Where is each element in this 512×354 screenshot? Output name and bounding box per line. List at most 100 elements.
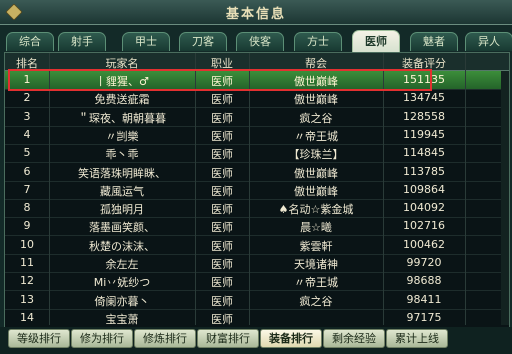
table-row[interactable]: 3 ＂琛夜、朝朝暮暮 医师 疯之谷 128558 xyxy=(5,108,509,127)
table-row[interactable]: 5 乖丶乖 医师 【珍珠兰】 114845 xyxy=(5,144,509,164)
table-row[interactable]: 8 孤独明月 医师 ♠名动☆紫金城 104092 xyxy=(5,199,509,219)
tab-blade[interactable]: 刀客 xyxy=(179,32,227,51)
table-row[interactable]: 11 余左左 医师 天境诸神 99720 xyxy=(5,254,509,273)
table-row[interactable]: 1 丨貍猩、♂ 医师 傲世巅峰 151135 xyxy=(5,71,509,90)
row-job: 医师 xyxy=(211,93,233,107)
row-player-name: Mi丷妩纱つ xyxy=(93,276,151,290)
row-job: 医师 xyxy=(211,312,233,326)
row-job: 医师 xyxy=(211,258,233,271)
tab-warrior[interactable]: 甲士 xyxy=(122,32,170,51)
row-player-name: 免费送疵霜 xyxy=(94,93,150,107)
table-row[interactable]: 4 〃剀樂 医师 〃帝王城 119945 xyxy=(5,126,509,145)
tab-alien[interactable]: 异人 xyxy=(465,32,512,51)
level-rank-button[interactable]: 等级排行 xyxy=(8,329,70,348)
row-guild: ♠名动☆紫金城 xyxy=(278,203,354,217)
row-guild: 傲世巅峰 xyxy=(294,93,338,107)
row-guild: 疯之谷 xyxy=(299,111,333,125)
row-rank: 11 xyxy=(20,256,34,269)
header-job[interactable]: 职业 xyxy=(195,55,249,71)
row-player-name: 〃剀樂 xyxy=(105,129,139,143)
row-rank: 4 xyxy=(23,127,31,141)
wealth-rank-button[interactable]: 财富排行 xyxy=(197,329,259,348)
cultivation-rank-button[interactable]: 修为排行 xyxy=(71,329,133,348)
row-rank: 13 xyxy=(20,292,34,306)
table-row[interactable]: 10 秋楚の沫沫、 医师 紫雲軒 100462 xyxy=(5,236,509,255)
row-player-name: 笑语落珠明眸眯、 xyxy=(78,166,166,180)
row-guild: 傲世巅峰 xyxy=(294,75,338,88)
header-score[interactable]: 装备评分 xyxy=(383,55,465,71)
tab-mage[interactable]: 方士 xyxy=(294,32,342,51)
row-guild: 晨☆曦 xyxy=(300,221,332,235)
tab-general[interactable]: 综合 xyxy=(6,32,54,51)
table-row[interactable]: 6 笑语落珠明眸眯、 医师 傲世巅峰 113785 xyxy=(5,163,509,182)
column-divider xyxy=(465,53,466,325)
row-score: 109864 xyxy=(403,182,445,196)
column-divider xyxy=(249,53,250,325)
row-rank: 14 xyxy=(20,310,34,324)
row-job: 医师 xyxy=(211,148,233,162)
row-score: 99720 xyxy=(406,256,442,269)
scrollbar[interactable] xyxy=(501,71,509,325)
tab-charmer[interactable]: 魅者 xyxy=(410,32,458,51)
tab-archer[interactable]: 射手 xyxy=(58,32,106,51)
row-score: 97175 xyxy=(406,310,442,324)
row-score: 151135 xyxy=(403,73,445,86)
table-row[interactable]: 7 藏風运气 医师 傲世巅峰 109864 xyxy=(5,181,509,200)
row-player-name: ＂琛夜、朝朝暮暮 xyxy=(78,111,166,125)
table-row[interactable]: 2 免费送疵霜 医师 傲世巅峰 134745 xyxy=(5,89,509,109)
training-rank-button[interactable]: 修炼排行 xyxy=(134,329,196,348)
row-rank: 8 xyxy=(23,201,31,215)
row-player-name: 藏風运气 xyxy=(100,184,144,198)
column-divider xyxy=(49,53,50,325)
ranking-table: 排名 玩家名 职业 帮会 装备评分 1 丨貍猩、♂ 医师 傲世巅峰 151135 2 免费送… xyxy=(4,52,510,328)
row-player-name: 丨貍猩、♂ xyxy=(95,75,149,88)
row-score: 113785 xyxy=(403,164,445,178)
row-score: 114845 xyxy=(403,146,445,160)
header-guild[interactable]: 帮会 xyxy=(249,55,383,71)
row-job: 医师 xyxy=(211,184,233,198)
row-rank: 9 xyxy=(23,219,31,233)
row-job: 医师 xyxy=(211,75,233,88)
row-job: 医师 xyxy=(211,276,233,290)
row-guild: 疯之谷 xyxy=(299,294,333,308)
column-divider xyxy=(383,53,384,325)
header-rank[interactable]: 排名 xyxy=(5,55,49,71)
row-job: 医师 xyxy=(211,129,233,143)
row-rank: 12 xyxy=(20,274,34,288)
row-rank: 6 xyxy=(23,164,31,178)
row-score: 98411 xyxy=(406,292,442,306)
row-rank: 1 xyxy=(23,73,31,86)
table-row[interactable]: 14 宝宝萧 医师 97175 xyxy=(5,309,509,328)
row-player-name: 余左左 xyxy=(105,258,139,271)
row-player-name: 秋楚の沫沫、 xyxy=(89,239,155,253)
table-row[interactable]: 9 落墨画笑颜、 医师 晨☆曦 102716 xyxy=(5,217,509,237)
window-title: 基本信息 xyxy=(225,7,286,22)
remaining-exp-button[interactable]: 剩余经验 xyxy=(323,329,385,348)
row-score: 102716 xyxy=(403,219,445,233)
table-row[interactable]: 13 倚阑亦暮丶 医师 疯之谷 98411 xyxy=(5,291,509,310)
row-score: 104092 xyxy=(403,201,445,215)
class-tabs: 综合 射手 甲士 刀客 侠客 方士 医师 魅者 异人 xyxy=(0,30,512,52)
tab-healer[interactable]: 医师 xyxy=(352,30,400,52)
row-guild: 〃帝王城 xyxy=(294,129,338,143)
equipment-rank-button[interactable]: 装备排行 xyxy=(260,329,322,348)
row-job: 医师 xyxy=(211,111,233,125)
header-name[interactable]: 玩家名 xyxy=(49,55,195,71)
ranking-type-bar: 等级排行 修为排行 修炼排行 财富排行 装备排行 剩余经验 累计上线 xyxy=(0,327,512,354)
row-job: 医师 xyxy=(211,203,233,217)
row-guild: 傲世巅峰 xyxy=(294,166,338,180)
row-score: 128558 xyxy=(403,109,445,123)
row-job: 医师 xyxy=(211,239,233,253)
row-guild: 天境诸神 xyxy=(294,258,338,271)
table-row[interactable]: 12 Mi丷妩纱つ 医师 〃帝王城 98688 xyxy=(5,272,509,292)
total-online-button[interactable]: 累计上线 xyxy=(386,329,448,348)
row-rank: 2 xyxy=(23,91,31,105)
row-player-name: 宝宝萧 xyxy=(105,312,139,326)
row-rank: 7 xyxy=(23,182,31,196)
row-job: 医师 xyxy=(211,221,233,235)
tab-knight[interactable]: 侠客 xyxy=(236,32,284,51)
row-score: 98688 xyxy=(406,274,442,288)
row-score: 100462 xyxy=(403,237,445,251)
row-rank: 10 xyxy=(20,237,34,251)
row-guild: 傲世巅峰 xyxy=(294,184,338,198)
